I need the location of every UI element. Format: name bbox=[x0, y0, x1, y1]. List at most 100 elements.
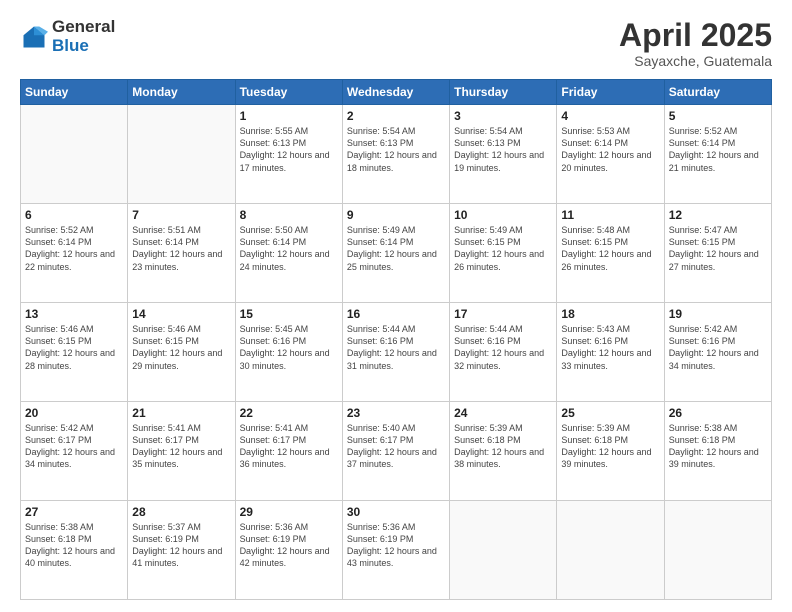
calendar-cell: 11 Sunrise: 5:48 AM Sunset: 6:15 PM Dayli… bbox=[557, 204, 664, 303]
day-info: Sunrise: 5:40 AM Sunset: 6:17 PM Dayligh… bbox=[347, 422, 445, 471]
week-row-2: 6Sunrise: 5:52 AM Sunset: 6:14 PM Daylig… bbox=[21, 204, 772, 303]
calendar-table: SundayMondayTuesdayWednesdayThursdayFrid… bbox=[20, 79, 772, 600]
calendar-cell: 23 Sunrise: 5:40 AM Sunset: 6:17 PM Dayli… bbox=[342, 402, 449, 501]
calendar-cell: 3 Sunrise: 5:54 AM Sunset: 6:13 PM Daylig… bbox=[450, 105, 557, 204]
day-number: 8 bbox=[240, 208, 338, 222]
day-info: Sunrise: 5:55 AM Sunset: 6:13 PM Dayligh… bbox=[240, 125, 338, 174]
day-number: 28 bbox=[132, 505, 230, 519]
calendar-cell: 30 Sunrise: 5:36 AM Sunset: 6:19 PM Dayli… bbox=[342, 501, 449, 600]
day-info: Sunrise: 5:48 AM Sunset: 6:15 PM Dayligh… bbox=[561, 224, 659, 273]
calendar-cell: 1 Sunrise: 5:55 AM Sunset: 6:13 PM Daylig… bbox=[235, 105, 342, 204]
day-number: 27 bbox=[25, 505, 123, 519]
day-number: 3 bbox=[454, 109, 552, 123]
week-row-1: 1 Sunrise: 5:55 AM Sunset: 6:13 PM Daylig… bbox=[21, 105, 772, 204]
calendar-cell: 17 Sunrise: 5:44 AM Sunset: 6:16 PM Dayli… bbox=[450, 303, 557, 402]
day-number: 10 bbox=[454, 208, 552, 222]
calendar-cell: 12 Sunrise: 5:47 AM Sunset: 6:15 PM Dayli… bbox=[664, 204, 771, 303]
calendar-cell: 7 Sunrise: 5:51 AM Sunset: 6:14 PM Daylig… bbox=[128, 204, 235, 303]
calendar-cell: 14 Sunrise: 5:46 AM Sunset: 6:15 PM Dayli… bbox=[128, 303, 235, 402]
page: General Blue April 2025 Sayaxche, Guatem… bbox=[0, 0, 792, 612]
calendar-cell: 16 Sunrise: 5:44 AM Sunset: 6:16 PM Dayli… bbox=[342, 303, 449, 402]
calendar-cell: 5Sunrise: 5:52 AM Sunset: 6:14 PM Daylig… bbox=[664, 105, 771, 204]
day-info: Sunrise: 5:39 AM Sunset: 6:18 PM Dayligh… bbox=[561, 422, 659, 471]
day-info: Sunrise: 5:36 AM Sunset: 6:19 PM Dayligh… bbox=[240, 521, 338, 570]
day-info: Sunrise: 5:38 AM Sunset: 6:18 PM Dayligh… bbox=[669, 422, 767, 471]
week-row-5: 27 Sunrise: 5:38 AM Sunset: 6:18 PM Dayli… bbox=[21, 501, 772, 600]
day-info: Sunrise: 5:53 AM Sunset: 6:14 PM Dayligh… bbox=[561, 125, 659, 174]
day-info: Sunrise: 5:39 AM Sunset: 6:18 PM Dayligh… bbox=[454, 422, 552, 471]
day-number: 26 bbox=[669, 406, 767, 420]
day-number: 25 bbox=[561, 406, 659, 420]
day-info: Sunrise: 5:46 AM Sunset: 6:15 PM Dayligh… bbox=[25, 323, 123, 372]
day-info: Sunrise: 5:44 AM Sunset: 6:16 PM Dayligh… bbox=[347, 323, 445, 372]
calendar-cell: 10 Sunrise: 5:49 AM Sunset: 6:15 PM Dayli… bbox=[450, 204, 557, 303]
day-info: Sunrise: 5:45 AM Sunset: 6:16 PM Dayligh… bbox=[240, 323, 338, 372]
weekday-header-friday: Friday bbox=[557, 80, 664, 105]
day-info: Sunrise: 5:44 AM Sunset: 6:16 PM Dayligh… bbox=[454, 323, 552, 372]
logo-text: General Blue bbox=[52, 18, 115, 55]
day-info: Sunrise: 5:49 AM Sunset: 6:15 PM Dayligh… bbox=[454, 224, 552, 273]
day-info: Sunrise: 5:43 AM Sunset: 6:16 PM Dayligh… bbox=[561, 323, 659, 372]
week-row-4: 20 Sunrise: 5:42 AM Sunset: 6:17 PM Dayli… bbox=[21, 402, 772, 501]
day-info: Sunrise: 5:47 AM Sunset: 6:15 PM Dayligh… bbox=[669, 224, 767, 273]
day-info: Sunrise: 5:51 AM Sunset: 6:14 PM Dayligh… bbox=[132, 224, 230, 273]
calendar-cell: 8Sunrise: 5:50 AM Sunset: 6:14 PM Daylig… bbox=[235, 204, 342, 303]
day-info: Sunrise: 5:36 AM Sunset: 6:19 PM Dayligh… bbox=[347, 521, 445, 570]
calendar-cell bbox=[557, 501, 664, 600]
logo-general: General bbox=[52, 18, 115, 37]
day-number: 21 bbox=[132, 406, 230, 420]
calendar-cell bbox=[664, 501, 771, 600]
title-area: April 2025 Sayaxche, Guatemala bbox=[619, 18, 772, 69]
day-number: 29 bbox=[240, 505, 338, 519]
weekday-header-wednesday: Wednesday bbox=[342, 80, 449, 105]
day-number: 1 bbox=[240, 109, 338, 123]
day-number: 23 bbox=[347, 406, 445, 420]
location-subtitle: Sayaxche, Guatemala bbox=[619, 53, 772, 69]
weekday-header-thursday: Thursday bbox=[450, 80, 557, 105]
calendar-cell: 20 Sunrise: 5:42 AM Sunset: 6:17 PM Dayli… bbox=[21, 402, 128, 501]
calendar-cell bbox=[128, 105, 235, 204]
day-number: 15 bbox=[240, 307, 338, 321]
day-info: Sunrise: 5:42 AM Sunset: 6:16 PM Dayligh… bbox=[669, 323, 767, 372]
calendar-cell: 9Sunrise: 5:49 AM Sunset: 6:14 PM Daylig… bbox=[342, 204, 449, 303]
day-number: 6 bbox=[25, 208, 123, 222]
day-number: 16 bbox=[347, 307, 445, 321]
day-number: 24 bbox=[454, 406, 552, 420]
calendar-cell: 4Sunrise: 5:53 AM Sunset: 6:14 PM Daylig… bbox=[557, 105, 664, 204]
day-info: Sunrise: 5:42 AM Sunset: 6:17 PM Dayligh… bbox=[25, 422, 123, 471]
calendar-cell: 27 Sunrise: 5:38 AM Sunset: 6:18 PM Dayli… bbox=[21, 501, 128, 600]
calendar-cell: 2 Sunrise: 5:54 AM Sunset: 6:13 PM Daylig… bbox=[342, 105, 449, 204]
day-number: 11 bbox=[561, 208, 659, 222]
month-title: April 2025 bbox=[619, 18, 772, 53]
day-info: Sunrise: 5:46 AM Sunset: 6:15 PM Dayligh… bbox=[132, 323, 230, 372]
day-info: Sunrise: 5:41 AM Sunset: 6:17 PM Dayligh… bbox=[240, 422, 338, 471]
calendar-cell: 24 Sunrise: 5:39 AM Sunset: 6:18 PM Dayli… bbox=[450, 402, 557, 501]
day-info: Sunrise: 5:41 AM Sunset: 6:17 PM Dayligh… bbox=[132, 422, 230, 471]
calendar-cell: 25 Sunrise: 5:39 AM Sunset: 6:18 PM Dayli… bbox=[557, 402, 664, 501]
day-number: 7 bbox=[132, 208, 230, 222]
day-info: Sunrise: 5:54 AM Sunset: 6:13 PM Dayligh… bbox=[347, 125, 445, 174]
weekday-header-monday: Monday bbox=[128, 80, 235, 105]
day-number: 2 bbox=[347, 109, 445, 123]
day-number: 22 bbox=[240, 406, 338, 420]
week-row-3: 13 Sunrise: 5:46 AM Sunset: 6:15 PM Dayli… bbox=[21, 303, 772, 402]
day-number: 30 bbox=[347, 505, 445, 519]
calendar-cell: 18Sunrise: 5:43 AM Sunset: 6:16 PM Dayli… bbox=[557, 303, 664, 402]
calendar-cell: 6Sunrise: 5:52 AM Sunset: 6:14 PM Daylig… bbox=[21, 204, 128, 303]
weekday-header-saturday: Saturday bbox=[664, 80, 771, 105]
day-info: Sunrise: 5:38 AM Sunset: 6:18 PM Dayligh… bbox=[25, 521, 123, 570]
day-number: 19 bbox=[669, 307, 767, 321]
day-info: Sunrise: 5:54 AM Sunset: 6:13 PM Dayligh… bbox=[454, 125, 552, 174]
day-number: 12 bbox=[669, 208, 767, 222]
day-number: 20 bbox=[25, 406, 123, 420]
calendar-cell: 15 Sunrise: 5:45 AM Sunset: 6:16 PM Dayli… bbox=[235, 303, 342, 402]
calendar-cell: 13 Sunrise: 5:46 AM Sunset: 6:15 PM Dayli… bbox=[21, 303, 128, 402]
day-number: 17 bbox=[454, 307, 552, 321]
day-info: Sunrise: 5:37 AM Sunset: 6:19 PM Dayligh… bbox=[132, 521, 230, 570]
calendar-cell bbox=[450, 501, 557, 600]
calendar-cell: 21 Sunrise: 5:41 AM Sunset: 6:17 PM Dayli… bbox=[128, 402, 235, 501]
day-number: 14 bbox=[132, 307, 230, 321]
day-number: 13 bbox=[25, 307, 123, 321]
day-number: 9 bbox=[347, 208, 445, 222]
logo-icon bbox=[20, 23, 48, 51]
